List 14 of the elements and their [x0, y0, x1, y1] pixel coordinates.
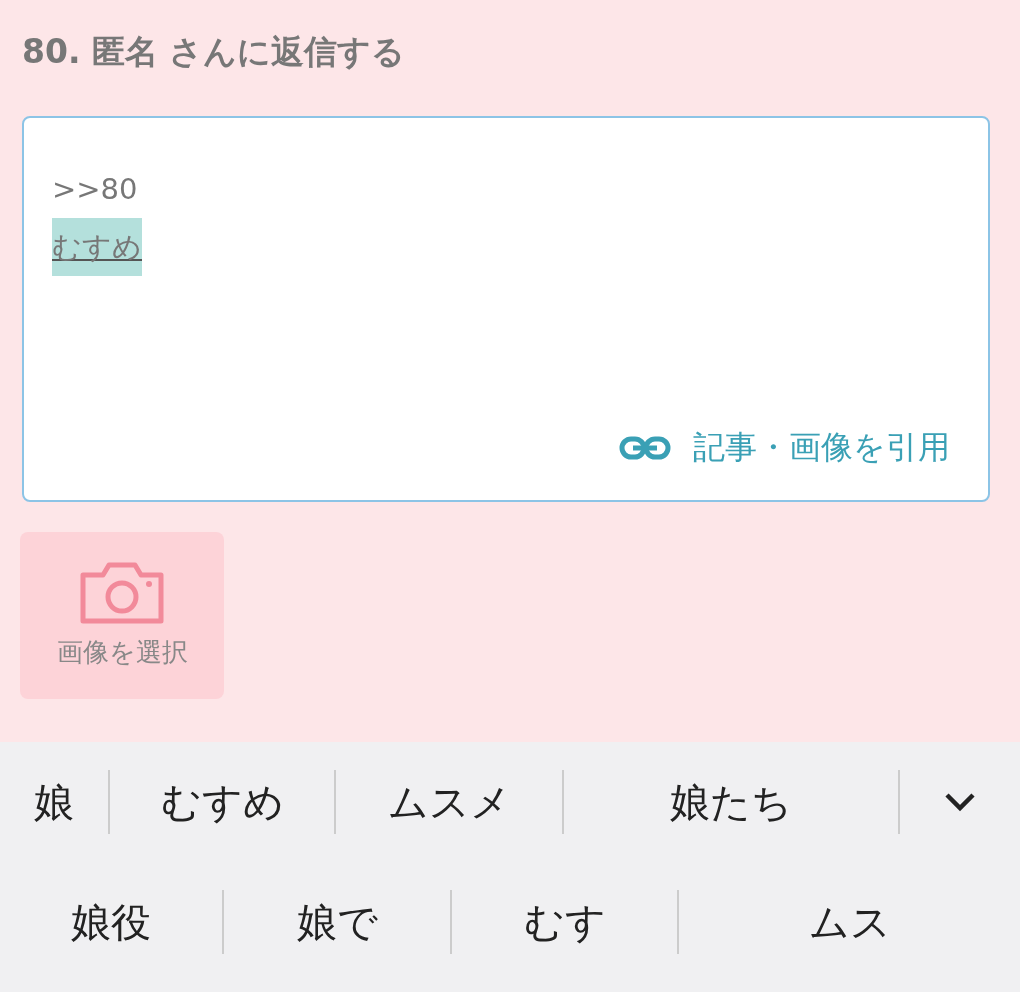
suggestion-item[interactable]: むすめ: [160, 774, 284, 830]
suggestion-item[interactable]: 娘たち: [670, 774, 793, 830]
reply-text-line: >>80: [52, 171, 138, 208]
composing-text: むすめ: [52, 218, 142, 276]
suggestion-item[interactable]: 娘: [33, 774, 74, 830]
chevron-down-icon[interactable]: [944, 792, 977, 812]
suggestion-item[interactable]: ムスメ: [387, 774, 511, 830]
suggestion-item[interactable]: むす: [523, 894, 606, 950]
link-icon: [619, 436, 671, 460]
suggestion-item[interactable]: ムス: [808, 894, 891, 950]
suggestion-item[interactable]: 娘役: [71, 894, 151, 950]
suggestion-item[interactable]: 娘で: [296, 894, 378, 950]
reply-heading: 80. 匿名 さんに返信する: [22, 31, 407, 73]
reply-text-field[interactable]: >>80 むすめ 記事・画像を引用: [22, 116, 990, 502]
